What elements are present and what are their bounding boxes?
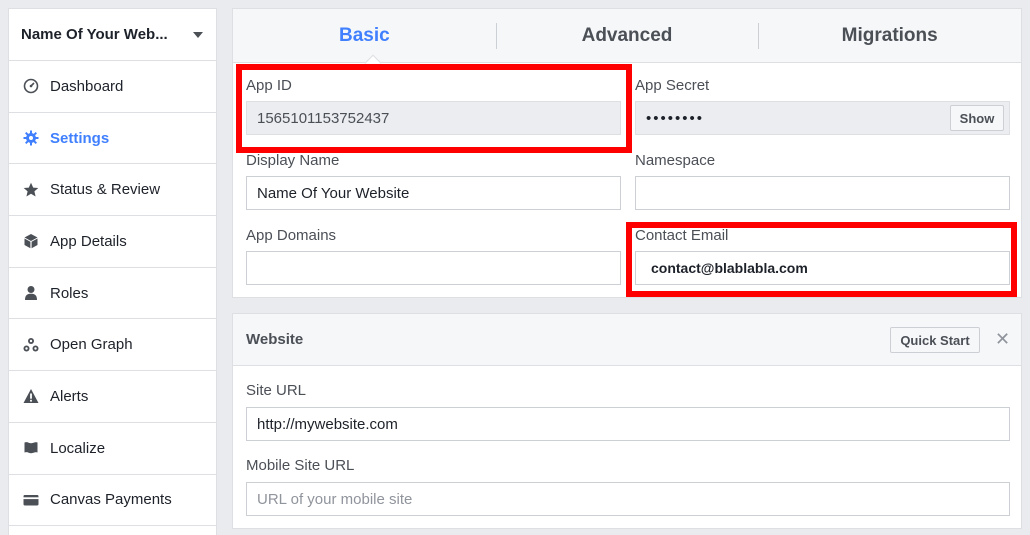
sidebar-item-app-details[interactable]: App Details [9, 216, 216, 268]
person-icon [22, 284, 40, 302]
mobile-site-url-label: Mobile Site URL [246, 457, 355, 474]
sidebar-item-roles[interactable]: Roles [9, 268, 216, 320]
star-icon [22, 181, 40, 199]
sidebar-item-open-graph[interactable]: Open Graph [9, 319, 216, 372]
app-domains-field[interactable] [246, 251, 621, 285]
tab-migrations[interactable]: Migrations [758, 9, 1021, 62]
app-name: Name Of Your Web... [21, 26, 168, 43]
show-secret-button[interactable]: Show [950, 105, 1004, 131]
contact-email-label: Contact Email [635, 227, 729, 244]
settings-panel: Basic Advanced Migrations App ID 1565101… [232, 8, 1022, 298]
sidebar-item-label: App Details [50, 232, 127, 250]
sidebar-item-label: Localize [50, 439, 106, 457]
mobile-site-url-placeholder: URL of your mobile site [257, 490, 413, 508]
app-domains-label: App Domains [246, 227, 337, 244]
website-panel: Website Quick Start ✕ Site URL http://my… [232, 313, 1022, 529]
sidebar-item-alerts[interactable]: Alerts [9, 371, 216, 423]
mobile-site-url-field[interactable]: URL of your mobile site [246, 482, 1010, 516]
gear-icon [22, 129, 40, 147]
quick-start-button[interactable]: Quick Start [890, 327, 980, 353]
open-graph-icon [22, 336, 40, 354]
flag-icon [22, 439, 40, 457]
website-panel-title: Website [246, 331, 304, 348]
tab-advanced[interactable]: Advanced [495, 9, 759, 62]
sidebar-item-status-review[interactable]: Status & Review [9, 164, 216, 217]
sidebar-item-localize[interactable]: Localize [9, 423, 216, 475]
contact-email-field[interactable]: contact@blablabla.com [635, 251, 1010, 285]
chevron-down-icon [193, 31, 203, 38]
namespace-field[interactable] [635, 176, 1010, 210]
namespace-label: Namespace [635, 152, 716, 169]
cube-icon [22, 232, 40, 250]
sidebar-item-label: Settings [50, 129, 110, 147]
sidebar-item-settings[interactable]: Settings [9, 113, 216, 165]
site-url-field[interactable]: http://mywebsite.com [246, 407, 1010, 441]
tab-basic[interactable]: Basic [233, 9, 496, 62]
app-selector[interactable]: Name Of Your Web... [9, 9, 216, 61]
sidebar-item-label: Roles [50, 284, 89, 302]
website-panel-header: Website Quick Start ✕ [233, 314, 1021, 366]
app-secret-label: App Secret [635, 77, 710, 94]
app-secret-value: •••••••• [646, 109, 705, 127]
sidebar-item-canvas-payments[interactable]: Canvas Payments [9, 475, 216, 527]
app-id-field: 1565101153752437 [246, 101, 621, 135]
sidebar-item-label: Dashboard [50, 77, 124, 95]
tab-bar: Basic Advanced Migrations [233, 9, 1021, 63]
sidebar-item-label: Alerts [50, 387, 89, 405]
display-name-field[interactable]: Name Of Your Website [246, 176, 621, 210]
sidebar-item-label: Open Graph [50, 336, 133, 354]
dashboard-icon [22, 77, 40, 95]
sidebar-item-label: Status & Review [50, 181, 161, 199]
credit-card-icon [22, 491, 40, 509]
sidebar-item-dashboard[interactable]: Dashboard [9, 61, 216, 113]
display-name-label: Display Name [246, 152, 340, 169]
close-icon[interactable]: ✕ [995, 330, 1010, 348]
site-url-label: Site URL [246, 382, 307, 399]
sidebar-item-label: Canvas Payments [50, 491, 172, 509]
app-id-label: App ID [246, 77, 292, 94]
warning-icon [22, 387, 40, 405]
sidebar: Name Of Your Web... Dashboard Settings S… [8, 8, 217, 535]
